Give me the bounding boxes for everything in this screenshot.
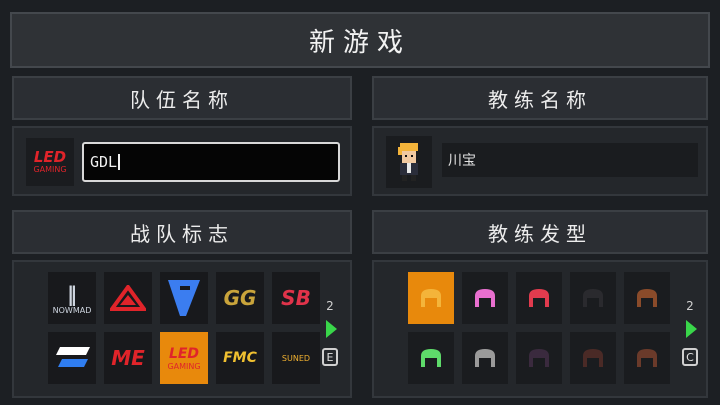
team-logo-panel: ‖ NOWMAD GG SB ME LED GAMING FMC SUNED 2 E — [12, 260, 352, 398]
sb-red-logo[interactable]: SB — [272, 272, 320, 324]
next-page-arrow-icon[interactable] — [325, 320, 337, 338]
gg-gold-logo-text: GG — [223, 286, 257, 310]
team-logo-heading: 战队标志 — [12, 210, 352, 254]
hair-gray-spiky[interactable] — [462, 332, 508, 384]
hair-gray-spiky-icon — [475, 349, 495, 367]
hair-red[interactable] — [516, 272, 562, 324]
team-logo-text-top: LED — [33, 147, 67, 166]
team-logo-pager: 2 E — [320, 296, 340, 366]
coach-name-input[interactable]: 川宝 — [442, 143, 698, 177]
team-name-value: GDL — [90, 153, 118, 171]
next-page-arrow-icon[interactable] — [685, 320, 697, 338]
page-title: 新游戏 — [10, 12, 710, 68]
hair-red-icon — [529, 289, 549, 307]
me-red-logo[interactable]: ME — [104, 332, 152, 384]
coach-hair-grid — [408, 272, 670, 384]
coach-hair-page-number: 2 — [686, 299, 694, 313]
text-caret — [118, 154, 121, 170]
coach-name-heading: 教练名称 — [372, 76, 708, 120]
sb-red-logo-text: SB — [281, 286, 311, 310]
blue-y-icon — [168, 280, 200, 316]
red-triangle-icon — [110, 285, 146, 311]
hair-blonde[interactable] — [408, 272, 454, 324]
team-logo-page-number: 2 — [326, 299, 334, 313]
team-name-panel: LED GAMING GDL — [12, 126, 352, 196]
led-gaming-logo-text: LED — [168, 345, 200, 362]
suned-logo[interactable]: SUNED — [272, 332, 320, 384]
hair-blonde-icon — [421, 289, 441, 307]
coach-hair-heading: 教练发型 — [372, 210, 708, 254]
hair-pink[interactable] — [462, 272, 508, 324]
hair-black-icon — [583, 289, 603, 307]
me-red-logo-text: ME — [111, 346, 145, 370]
blue-y-logo[interactable] — [160, 272, 208, 324]
nowmad-logo-subtext: NOWMAD — [52, 305, 92, 315]
game-window: 新游戏 队伍名称 LED GAMING GDL 教练名称 川宝 战队标志 ‖ N… — [0, 0, 720, 405]
hair-brown[interactable] — [624, 272, 670, 324]
team-name-input[interactable]: GDL — [82, 142, 340, 182]
hair-black[interactable] — [570, 272, 616, 324]
coach-hair-pager: 2 C — [680, 296, 700, 366]
led-gaming-logo-subtext: GAMING — [167, 361, 201, 371]
team-logo-text-bottom: GAMING — [33, 164, 67, 174]
hair-brown-bob-icon — [637, 349, 657, 367]
hair-dark-purple[interactable] — [516, 332, 562, 384]
coach-avatar — [386, 136, 432, 188]
nowmad-logo[interactable]: ‖ NOWMAD — [48, 272, 96, 324]
suned-logo-subtext: SUNED — [281, 353, 311, 363]
team-name-heading: 队伍名称 — [12, 76, 352, 120]
hotkey-e-badge[interactable]: E — [322, 348, 338, 366]
hair-pink-icon — [475, 289, 495, 307]
fmc-logo[interactable]: FMC — [216, 332, 264, 384]
hair-dark-brown-icon — [583, 349, 603, 367]
hotkey-c-badge[interactable]: C — [682, 348, 698, 366]
team-logo-preview[interactable]: LED GAMING — [26, 138, 74, 186]
led-gaming-logo[interactable]: LED GAMING — [160, 332, 208, 384]
nowmad-logo-text: ‖ — [66, 281, 77, 306]
coach-hair-panel: 2 C — [372, 260, 708, 398]
hair-brown-bob[interactable] — [624, 332, 670, 384]
hair-green-icon — [421, 349, 441, 367]
tt-icon — [56, 347, 90, 367]
fmc-logo-text: FMC — [223, 350, 257, 366]
gg-gold-logo[interactable]: GG — [216, 272, 264, 324]
coach-name-panel: 川宝 — [372, 126, 708, 196]
red-triangle-logo[interactable] — [104, 272, 152, 324]
tt-blue-logo[interactable] — [48, 332, 96, 384]
hair-dark-brown[interactable] — [570, 332, 616, 384]
hair-brown-icon — [637, 289, 657, 307]
team-logo-grid: ‖ NOWMAD GG SB ME LED GAMING FMC SUNED — [48, 272, 320, 384]
hair-dark-purple-icon — [529, 349, 549, 367]
coach-avatar-icon — [398, 143, 418, 181]
hair-green[interactable] — [408, 332, 454, 384]
